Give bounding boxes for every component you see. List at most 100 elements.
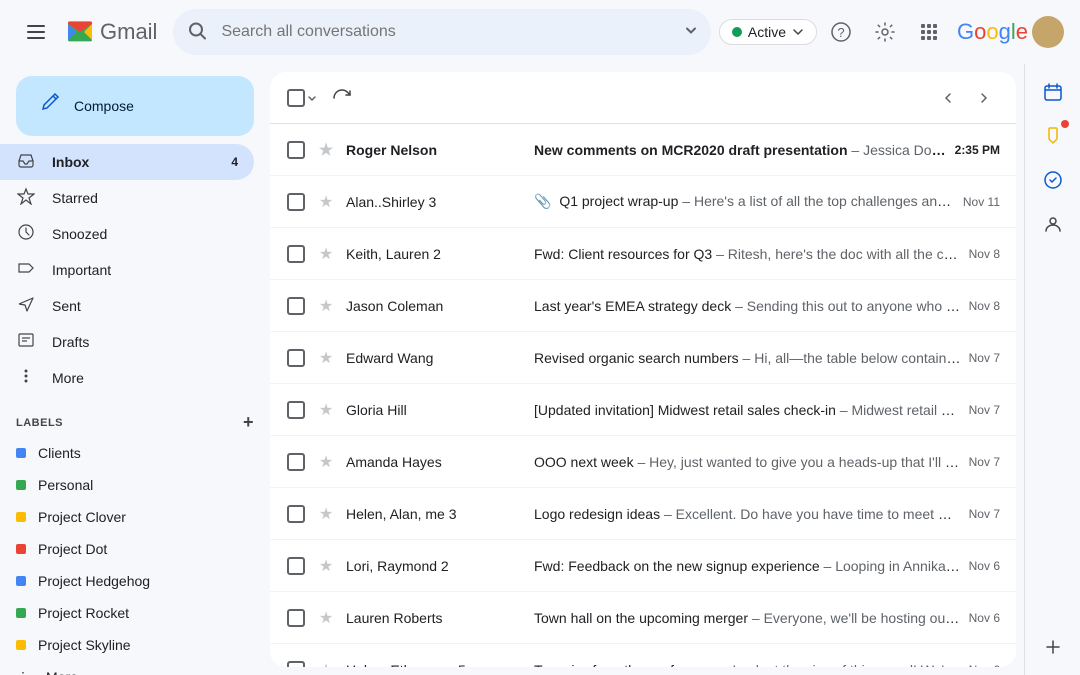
email-row[interactable]: ★ Roger Nelson New comments on MCR2020 d… bbox=[270, 124, 1016, 176]
label-name-project-hedgehog: Project Hedgehog bbox=[38, 573, 150, 589]
compose-icon bbox=[40, 92, 62, 120]
clients-dot bbox=[16, 448, 26, 458]
star-button-6[interactable]: ★ bbox=[314, 398, 338, 422]
labels-header: Labels + bbox=[0, 404, 270, 437]
search-icon bbox=[187, 21, 207, 44]
label-item-personal[interactable]: Personal bbox=[0, 469, 254, 501]
nav-item-drafts[interactable]: Drafts bbox=[0, 324, 254, 360]
email-checkbox-8[interactable] bbox=[286, 505, 306, 523]
star-button-7[interactable]: ★ bbox=[314, 450, 338, 474]
project-rocket-dot bbox=[16, 608, 26, 618]
email-row[interactable]: ★ Gloria Hill [Updated invitation] Midwe… bbox=[270, 384, 1016, 436]
email-sender-8: Helen, Alan, me 3 bbox=[346, 506, 526, 522]
more-icon bbox=[16, 367, 36, 390]
email-row[interactable]: ★ Alan..Shirley 3 📎 Q1 project wrap-up –… bbox=[270, 176, 1016, 228]
nav-label-starred: Starred bbox=[52, 190, 98, 206]
email-content-2: 📎 Q1 project wrap-up – Here's a list of … bbox=[534, 193, 955, 210]
label-item-project-dot[interactable]: Project Dot bbox=[0, 533, 254, 565]
email-checkbox-4[interactable] bbox=[286, 297, 306, 315]
contacts-icon-button[interactable] bbox=[1033, 204, 1073, 244]
search-input[interactable] bbox=[173, 9, 710, 55]
nav-item-starred[interactable]: Starred bbox=[0, 180, 254, 216]
star-button-4[interactable]: ★ bbox=[314, 294, 338, 318]
nav-item-important[interactable]: Important bbox=[0, 252, 254, 288]
right-sidebar bbox=[1024, 64, 1080, 675]
email-checkbox-10[interactable] bbox=[286, 609, 306, 627]
add-label-icon[interactable]: + bbox=[243, 412, 254, 433]
nav-label-more: More bbox=[52, 370, 84, 386]
sent-icon bbox=[16, 295, 36, 318]
email-sender-5: Edward Wang bbox=[346, 350, 526, 366]
email-checkbox-1[interactable] bbox=[286, 141, 306, 159]
personal-dot bbox=[16, 480, 26, 490]
drafts-icon bbox=[16, 331, 36, 354]
refresh-button[interactable] bbox=[326, 82, 358, 114]
email-preview-7: – Hey, just wanted to give you a heads-u… bbox=[637, 454, 960, 470]
star-button-8[interactable]: ★ bbox=[314, 502, 338, 526]
labels-more-link[interactable]: ⋮ More bbox=[0, 661, 254, 675]
keep-icon-button[interactable] bbox=[1033, 116, 1073, 156]
settings-button[interactable] bbox=[865, 12, 905, 52]
email-checkbox-5[interactable] bbox=[286, 349, 306, 367]
email-preview-10: – Everyone, we'll be hosting our second … bbox=[752, 610, 961, 626]
active-status-badge[interactable]: Active bbox=[719, 19, 817, 45]
menu-icon[interactable] bbox=[16, 12, 56, 52]
email-checkbox-9[interactable] bbox=[286, 557, 306, 575]
email-row[interactable]: ★ Lauren Roberts Town hall on the upcomi… bbox=[270, 592, 1016, 644]
email-preview-9: – Looping in Annika. The feedback we've.… bbox=[824, 558, 961, 574]
email-checkbox-6[interactable] bbox=[286, 401, 306, 419]
prev-page-button[interactable] bbox=[932, 82, 964, 114]
pagination-nav bbox=[932, 82, 1000, 114]
expand-icon-button[interactable] bbox=[1033, 627, 1073, 667]
email-sender-10: Lauren Roberts bbox=[346, 610, 526, 626]
email-preview-5: – Hi, all—the table below contains the r… bbox=[743, 350, 961, 366]
labels-title: Labels bbox=[16, 417, 63, 429]
email-row[interactable]: ★ Helen, Ethan, me 5 Two pics from the c… bbox=[270, 644, 1016, 667]
email-content-9: Fwd: Feedback on the new signup experien… bbox=[534, 558, 961, 574]
select-all-checkbox[interactable] bbox=[286, 82, 318, 114]
label-item-project-clover[interactable]: Project Clover bbox=[0, 501, 254, 533]
star-button-2[interactable]: ★ bbox=[314, 190, 338, 214]
email-area: ★ Roger Nelson New comments on MCR2020 d… bbox=[270, 72, 1016, 667]
tasks-icon-button[interactable] bbox=[1033, 160, 1073, 200]
email-toolbar bbox=[270, 72, 1016, 124]
email-row[interactable]: ★ Helen, Alan, me 3 Logo redesign ideas … bbox=[270, 488, 1016, 540]
star-button-3[interactable]: ★ bbox=[314, 242, 338, 266]
nav-item-sent[interactable]: Sent bbox=[0, 288, 254, 324]
email-checkbox-3[interactable] bbox=[286, 245, 306, 263]
star-button-10[interactable]: ★ bbox=[314, 606, 338, 630]
help-button[interactable]: ? bbox=[821, 12, 861, 52]
user-avatar[interactable] bbox=[1032, 16, 1064, 48]
email-row[interactable]: ★ Jason Coleman Last year's EMEA strateg… bbox=[270, 280, 1016, 332]
calendar-icon-button[interactable] bbox=[1033, 72, 1073, 112]
email-subject-5: Revised organic search numbers bbox=[534, 350, 739, 366]
star-button-11[interactable]: ★ bbox=[314, 658, 338, 668]
nav-item-inbox[interactable]: Inbox 4 bbox=[0, 144, 254, 180]
email-row[interactable]: ★ Keith, Lauren 2 Fwd: Client resources … bbox=[270, 228, 1016, 280]
star-button-9[interactable]: ★ bbox=[314, 554, 338, 578]
email-preview-3: – Ritesh, here's the doc with all the cl… bbox=[716, 246, 961, 262]
nav-item-more[interactable]: More bbox=[0, 360, 254, 396]
nav-label-inbox: Inbox bbox=[52, 154, 89, 170]
compose-button[interactable]: Compose bbox=[16, 76, 254, 136]
email-row[interactable]: ★ Amanda Hayes OOO next week – Hey, just… bbox=[270, 436, 1016, 488]
next-page-button[interactable] bbox=[968, 82, 1000, 114]
email-row[interactable]: ★ Lori, Raymond 2 Fwd: Feedback on the n… bbox=[270, 540, 1016, 592]
label-item-project-hedgehog[interactable]: Project Hedgehog bbox=[0, 565, 254, 597]
star-button-5[interactable]: ★ bbox=[314, 346, 338, 370]
email-checkbox-7[interactable] bbox=[286, 453, 306, 471]
search-dropdown-icon[interactable] bbox=[683, 23, 699, 42]
email-checkbox-2[interactable] bbox=[286, 193, 306, 211]
nav-label-drafts: Drafts bbox=[52, 334, 89, 350]
apps-button[interactable] bbox=[909, 12, 949, 52]
star-button-1[interactable]: ★ bbox=[314, 138, 338, 162]
nav-count-inbox: 4 bbox=[231, 155, 238, 169]
label-item-project-rocket[interactable]: Project Rocket bbox=[0, 597, 254, 629]
nav-item-snoozed[interactable]: Snoozed bbox=[0, 216, 254, 252]
label-item-clients[interactable]: Clients bbox=[0, 437, 254, 469]
email-sender-9: Lori, Raymond 2 bbox=[346, 558, 526, 574]
label-item-project-skyline[interactable]: Project Skyline bbox=[0, 629, 254, 661]
email-row[interactable]: ★ Edward Wang Revised organic search num… bbox=[270, 332, 1016, 384]
nav-items: Inbox 4 Starred Snoozed Important Sent D… bbox=[0, 144, 270, 396]
email-checkbox-11[interactable] bbox=[286, 661, 306, 668]
